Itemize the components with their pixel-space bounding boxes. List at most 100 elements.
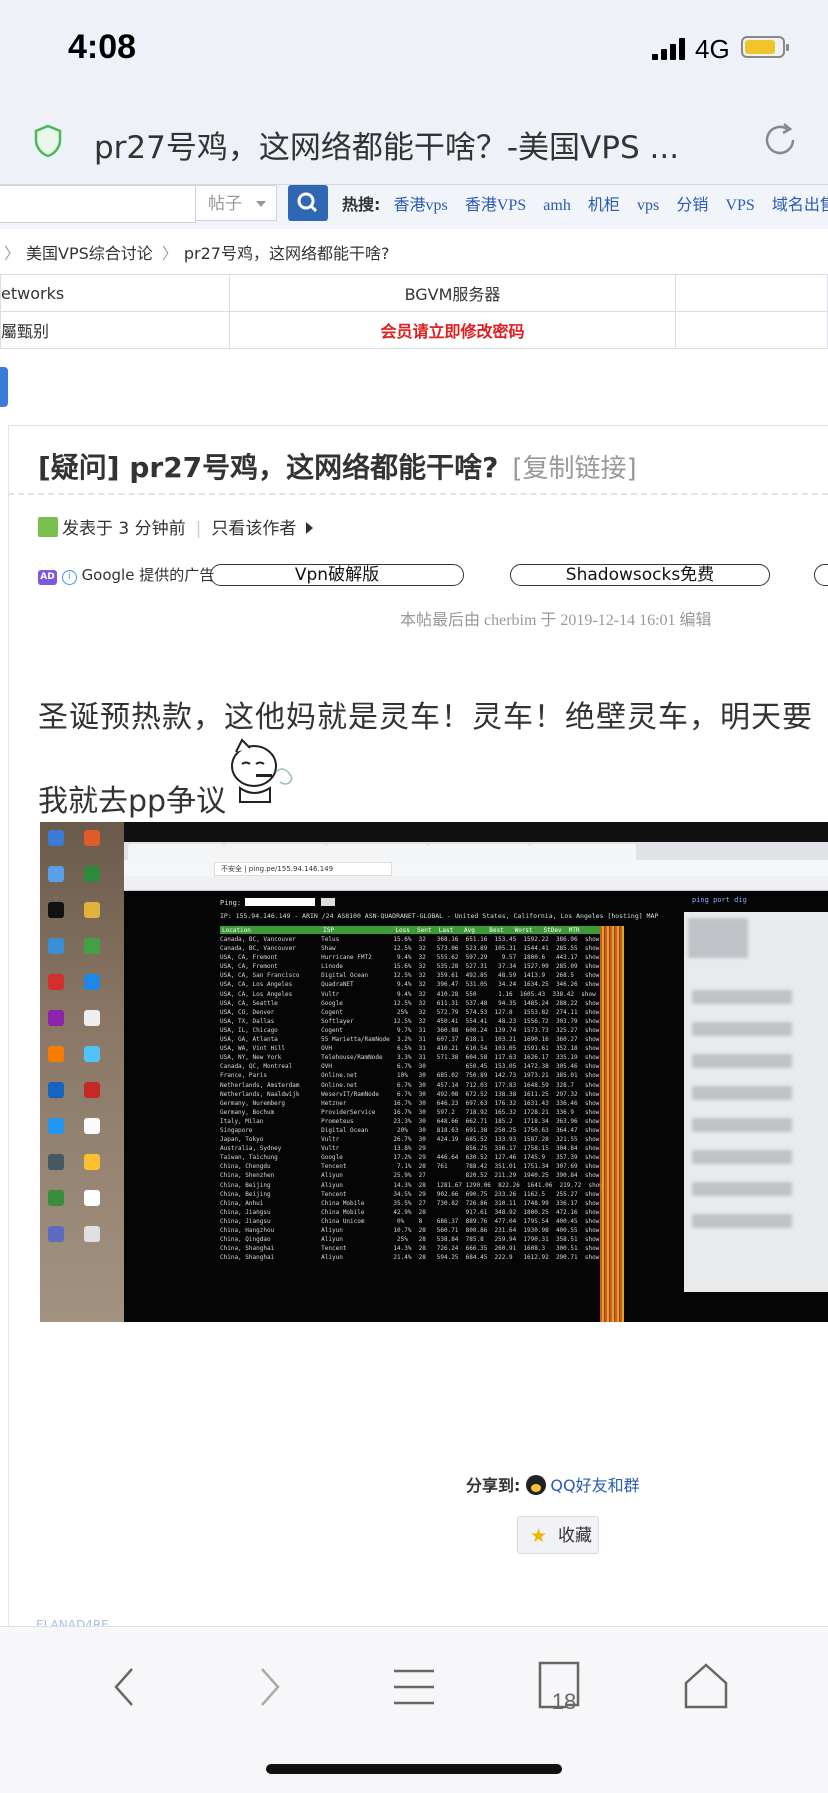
ping-result-row: China, Shenzhen Aliyun 25.9% 27 820.52 2… bbox=[220, 1172, 600, 1180]
share-qq-link[interactable]: QQ好友和群 bbox=[550, 1476, 639, 1495]
sponsor-link[interactable]: BGVM服务器 bbox=[229, 274, 676, 312]
share-row: 分享到: QQ好友和群 bbox=[466, 1472, 640, 1496]
ping-result-row: USA, CO, Denver Cogent 25% 32 572.79 574… bbox=[220, 1008, 600, 1016]
sponsor-link-empty bbox=[675, 274, 828, 312]
ping-form: Ping: bbox=[220, 898, 336, 907]
online-user-icon bbox=[38, 517, 58, 537]
back-icon[interactable] bbox=[96, 1657, 156, 1717]
ad-provider-text: Google 提供的广告 bbox=[81, 566, 215, 584]
change-password-notice[interactable]: 会员请立即修改密码 bbox=[380, 322, 524, 341]
search-input[interactable] bbox=[0, 185, 196, 223]
ad-pill-link[interactable]: Vpn破解版 bbox=[210, 564, 464, 586]
ping-result-row: Italy, Milan Prometeus 23.3% 30 648.66 6… bbox=[220, 1117, 600, 1125]
ping-result-row: Australia, Sydney Vultr 13.8% 29 856.25 … bbox=[220, 1145, 600, 1153]
ad-pill-link[interactable] bbox=[814, 564, 828, 586]
side-tab-button[interactable] bbox=[0, 367, 8, 407]
desktop-app-icon bbox=[84, 1046, 100, 1062]
forward-icon[interactable] bbox=[238, 1657, 298, 1717]
hot-word-link[interactable]: amh bbox=[543, 197, 571, 214]
share-label: 分享到: bbox=[466, 1476, 521, 1495]
ping-result-row: China, Hangzhou Aliyun 10.7% 28 560.71 8… bbox=[220, 1227, 600, 1234]
embedded-browser-window: 不安全 | ping.pe/155.94.146.149 Ping: ping … bbox=[124, 842, 828, 1322]
blurred-row bbox=[692, 1214, 792, 1228]
play-arrow-icon bbox=[306, 522, 314, 534]
hot-word-link[interactable]: 分销 bbox=[676, 197, 708, 214]
meta-separator: | bbox=[195, 519, 202, 539]
hot-word-link[interactable]: VPS bbox=[725, 197, 754, 214]
desktop-app-icon bbox=[84, 1118, 100, 1134]
ping-result-row: Canada, BC, Vancouver Shaw 12.5% 32 573.… bbox=[220, 945, 600, 953]
desktop-app-icon bbox=[48, 1190, 64, 1206]
ad-badge-icon: AD bbox=[38, 570, 57, 585]
desktop-app-icon bbox=[84, 1082, 100, 1098]
post-title: [疑问] pr27号鸡，这网络都能干啥? [复制链接] bbox=[38, 446, 637, 486]
address-bar[interactable]: pr27号鸡，这网络都能干啥？-美国VPS ... bbox=[0, 100, 828, 185]
hot-search-label: 热搜: bbox=[342, 195, 381, 214]
reload-icon[interactable] bbox=[760, 120, 800, 160]
hot-word-link[interactable]: 香港VPS bbox=[465, 197, 526, 214]
menu-icon[interactable] bbox=[384, 1657, 444, 1717]
breadcrumb-separator: 〉 bbox=[4, 244, 21, 263]
ping-result-row: Germany, Nuremberg Hetzner 16.7% 30 646.… bbox=[220, 1099, 600, 1107]
hot-word-link[interactable]: 域名出售 bbox=[772, 197, 828, 214]
blurred-row bbox=[692, 1022, 792, 1036]
blurred-row bbox=[692, 990, 792, 1004]
ad-label: AD i Google 提供的广告 bbox=[38, 564, 214, 585]
desktop-app-icon bbox=[84, 830, 100, 846]
divider bbox=[8, 493, 828, 495]
hot-word-link[interactable]: vps bbox=[637, 197, 659, 214]
status-bar: 4:08 4G bbox=[0, 0, 828, 100]
hot-word-link[interactable]: 香港vps bbox=[394, 197, 448, 214]
sponsor-link[interactable]: 屬甄别 bbox=[0, 311, 230, 349]
desktop-app-icon bbox=[48, 1046, 64, 1062]
breadcrumb-thread-link[interactable]: pr27号鸡，这网络都能干啥? bbox=[184, 244, 390, 263]
search-scope-label: 帖子 bbox=[208, 194, 242, 214]
only-author-link[interactable]: 只看该作者 bbox=[211, 519, 296, 539]
search-icon bbox=[297, 192, 318, 213]
favorite-button[interactable]: ★ 收藏 bbox=[517, 1516, 599, 1554]
post-image[interactable]: 不安全 | ping.pe/155.94.146.149 Ping: ping … bbox=[40, 822, 828, 1322]
chat-panel-blurred bbox=[684, 912, 828, 1292]
desktop-app-icon bbox=[48, 1154, 64, 1170]
search-button[interactable] bbox=[288, 185, 328, 221]
home-indicator bbox=[266, 1764, 562, 1774]
star-icon: ★ bbox=[530, 1525, 548, 1547]
breadcrumb-forum-link[interactable]: 美国VPS综合讨论 bbox=[26, 244, 153, 263]
battery-icon bbox=[741, 36, 789, 58]
breadcrumb: 〉美国VPS综合讨论 〉 pr27号鸡，这网络都能干啥? bbox=[0, 240, 389, 264]
post-time: 发表于 3 分钟前 bbox=[62, 519, 186, 539]
sponsor-link[interactable]: etworks bbox=[0, 274, 230, 312]
desktop-app-icon bbox=[48, 1226, 64, 1242]
browser-nav-bar: 不安全 | ping.pe/155.94.146.149 bbox=[124, 860, 828, 876]
ping-chart-column bbox=[600, 926, 624, 1322]
desktop-app-icon bbox=[84, 1190, 100, 1206]
go-button bbox=[321, 898, 336, 906]
ping-result-row: USA, CA, Fremont Hurricane FMT2 9.4% 32 … bbox=[220, 954, 600, 962]
tool-links: ping port dig bbox=[692, 896, 747, 904]
post-body-line: 圣诞预热款，这他妈就是灵车！灵车！绝壁灵车，明天要 bbox=[38, 700, 813, 735]
post-title-text: [疑问] pr27号鸡，这网络都能干啥? bbox=[38, 451, 499, 484]
page-title[interactable]: pr27号鸡，这网络都能干啥？-美国VPS ... bbox=[94, 122, 679, 167]
status-time: 4:08 bbox=[68, 28, 137, 66]
hot-search-list: 热搜: 香港vps 香港VPS amh 机柜 vps 分销 VPS 域名出售 比 bbox=[342, 191, 828, 215]
blurred-row bbox=[692, 1054, 792, 1068]
ad-pill-link[interactable]: Shadowsocks免费 bbox=[510, 564, 770, 586]
ping-result-row: USA, IL, Chicago Cogent 9.7% 31 360.88 6… bbox=[220, 1026, 600, 1034]
desktop-app-icon bbox=[48, 902, 64, 918]
info-icon[interactable]: i bbox=[61, 570, 77, 585]
secure-shield-icon bbox=[34, 124, 62, 158]
copy-link-button[interactable]: [复制链接] bbox=[512, 454, 636, 484]
search-scope-select[interactable]: 帖子 bbox=[195, 185, 277, 221]
tabs-button[interactable]: 18 bbox=[530, 1657, 590, 1717]
ping-result-row: Canada, BC, Vancouver Telus 15.6% 32 368… bbox=[220, 936, 600, 943]
home-icon[interactable] bbox=[676, 1657, 736, 1717]
ping-table-header: Location ISP Loss Sent Last Avg Best Wor… bbox=[222, 927, 580, 934]
sponsor-link-empty bbox=[675, 311, 828, 349]
ping-result-row: USA, NY, New York Telehouse/RamNode 3.3%… bbox=[220, 1054, 600, 1062]
blurred-row bbox=[692, 1118, 792, 1132]
blurred-row bbox=[692, 1086, 792, 1100]
hot-word-link[interactable]: 机柜 bbox=[588, 197, 620, 214]
desktop-app-icon bbox=[84, 938, 100, 954]
favorite-label: 收藏 bbox=[558, 1526, 592, 1546]
ping-result-row: Japan, Tokyo Vultr 26.7% 30 424.19 685.5… bbox=[220, 1136, 600, 1144]
